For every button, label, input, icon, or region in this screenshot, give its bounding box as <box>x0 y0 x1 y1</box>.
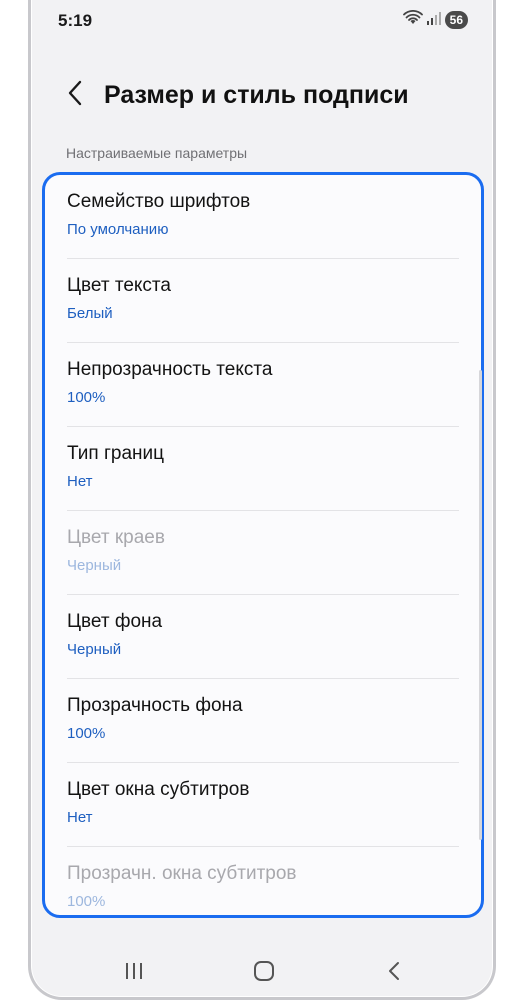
setting-window-opacity: Прозрачн. окна субтитров 100% <box>45 847 481 915</box>
battery-badge: 56 <box>444 11 468 29</box>
wifi-icon <box>402 9 423 31</box>
settings-card: Семейство шрифтов По умолчанию Цвет текс… <box>42 172 484 918</box>
setting-value: Черный <box>67 641 122 658</box>
home-button[interactable] <box>244 958 284 988</box>
setting-title: Семейство шрифтов <box>67 191 251 212</box>
nav-bar <box>32 940 492 996</box>
setting-value: 100% <box>67 725 106 742</box>
signal-icon <box>426 11 441 30</box>
status-bar: 5:19 56 <box>32 0 492 42</box>
chevron-left-icon <box>67 80 83 111</box>
setting-value: Белый <box>67 305 113 322</box>
home-icon <box>253 960 275 987</box>
setting-edge-color: Цвет краев Черный <box>45 511 481 595</box>
nav-back-button[interactable] <box>374 958 414 988</box>
setting-text-color[interactable]: Цвет текста Белый <box>45 259 481 343</box>
recents-button[interactable] <box>114 958 154 988</box>
scrollbar[interactable] <box>479 370 482 840</box>
setting-text-opacity[interactable]: Непрозрачность текста 100% <box>45 343 481 427</box>
setting-title: Тип границ <box>67 443 165 464</box>
setting-value: 100% <box>67 389 106 406</box>
setting-title: Непрозрачность текста <box>67 359 273 380</box>
setting-window-color[interactable]: Цвет окна субтитров Нет <box>45 763 481 847</box>
setting-value: Нет <box>67 473 93 490</box>
back-icon <box>387 961 401 986</box>
setting-value: Нет <box>67 809 93 826</box>
back-button[interactable] <box>60 78 90 112</box>
setting-font-family[interactable]: Семейство шрифтов По умолчанию <box>45 175 481 259</box>
setting-value: По умолчанию <box>67 221 169 238</box>
screen: 5:19 56 Размер и стиль подписи Настраива… <box>32 0 492 996</box>
setting-value: 100% <box>67 893 106 910</box>
page-title: Размер и стиль подписи <box>104 81 409 109</box>
setting-title: Цвет фона <box>67 611 163 632</box>
setting-background-opacity[interactable]: Прозрачность фона 100% <box>45 679 481 763</box>
section-label: Настраиваемые параметры <box>66 145 248 161</box>
setting-title: Цвет текста <box>67 275 171 296</box>
recents-icon <box>124 962 144 985</box>
setting-title: Прозрачность фона <box>67 695 243 716</box>
setting-title: Цвет окна субтитров <box>67 779 250 800</box>
setting-title: Прозрачн. окна субтитров <box>67 863 297 884</box>
status-icons: 56 <box>402 9 468 31</box>
setting-background-color[interactable]: Цвет фона Черный <box>45 595 481 679</box>
setting-edge-type[interactable]: Тип границ Нет <box>45 427 481 511</box>
status-time: 5:19 <box>58 11 93 30</box>
header: Размер и стиль подписи <box>32 70 492 120</box>
setting-title: Цвет краев <box>67 527 165 548</box>
setting-value: Черный <box>67 557 122 574</box>
